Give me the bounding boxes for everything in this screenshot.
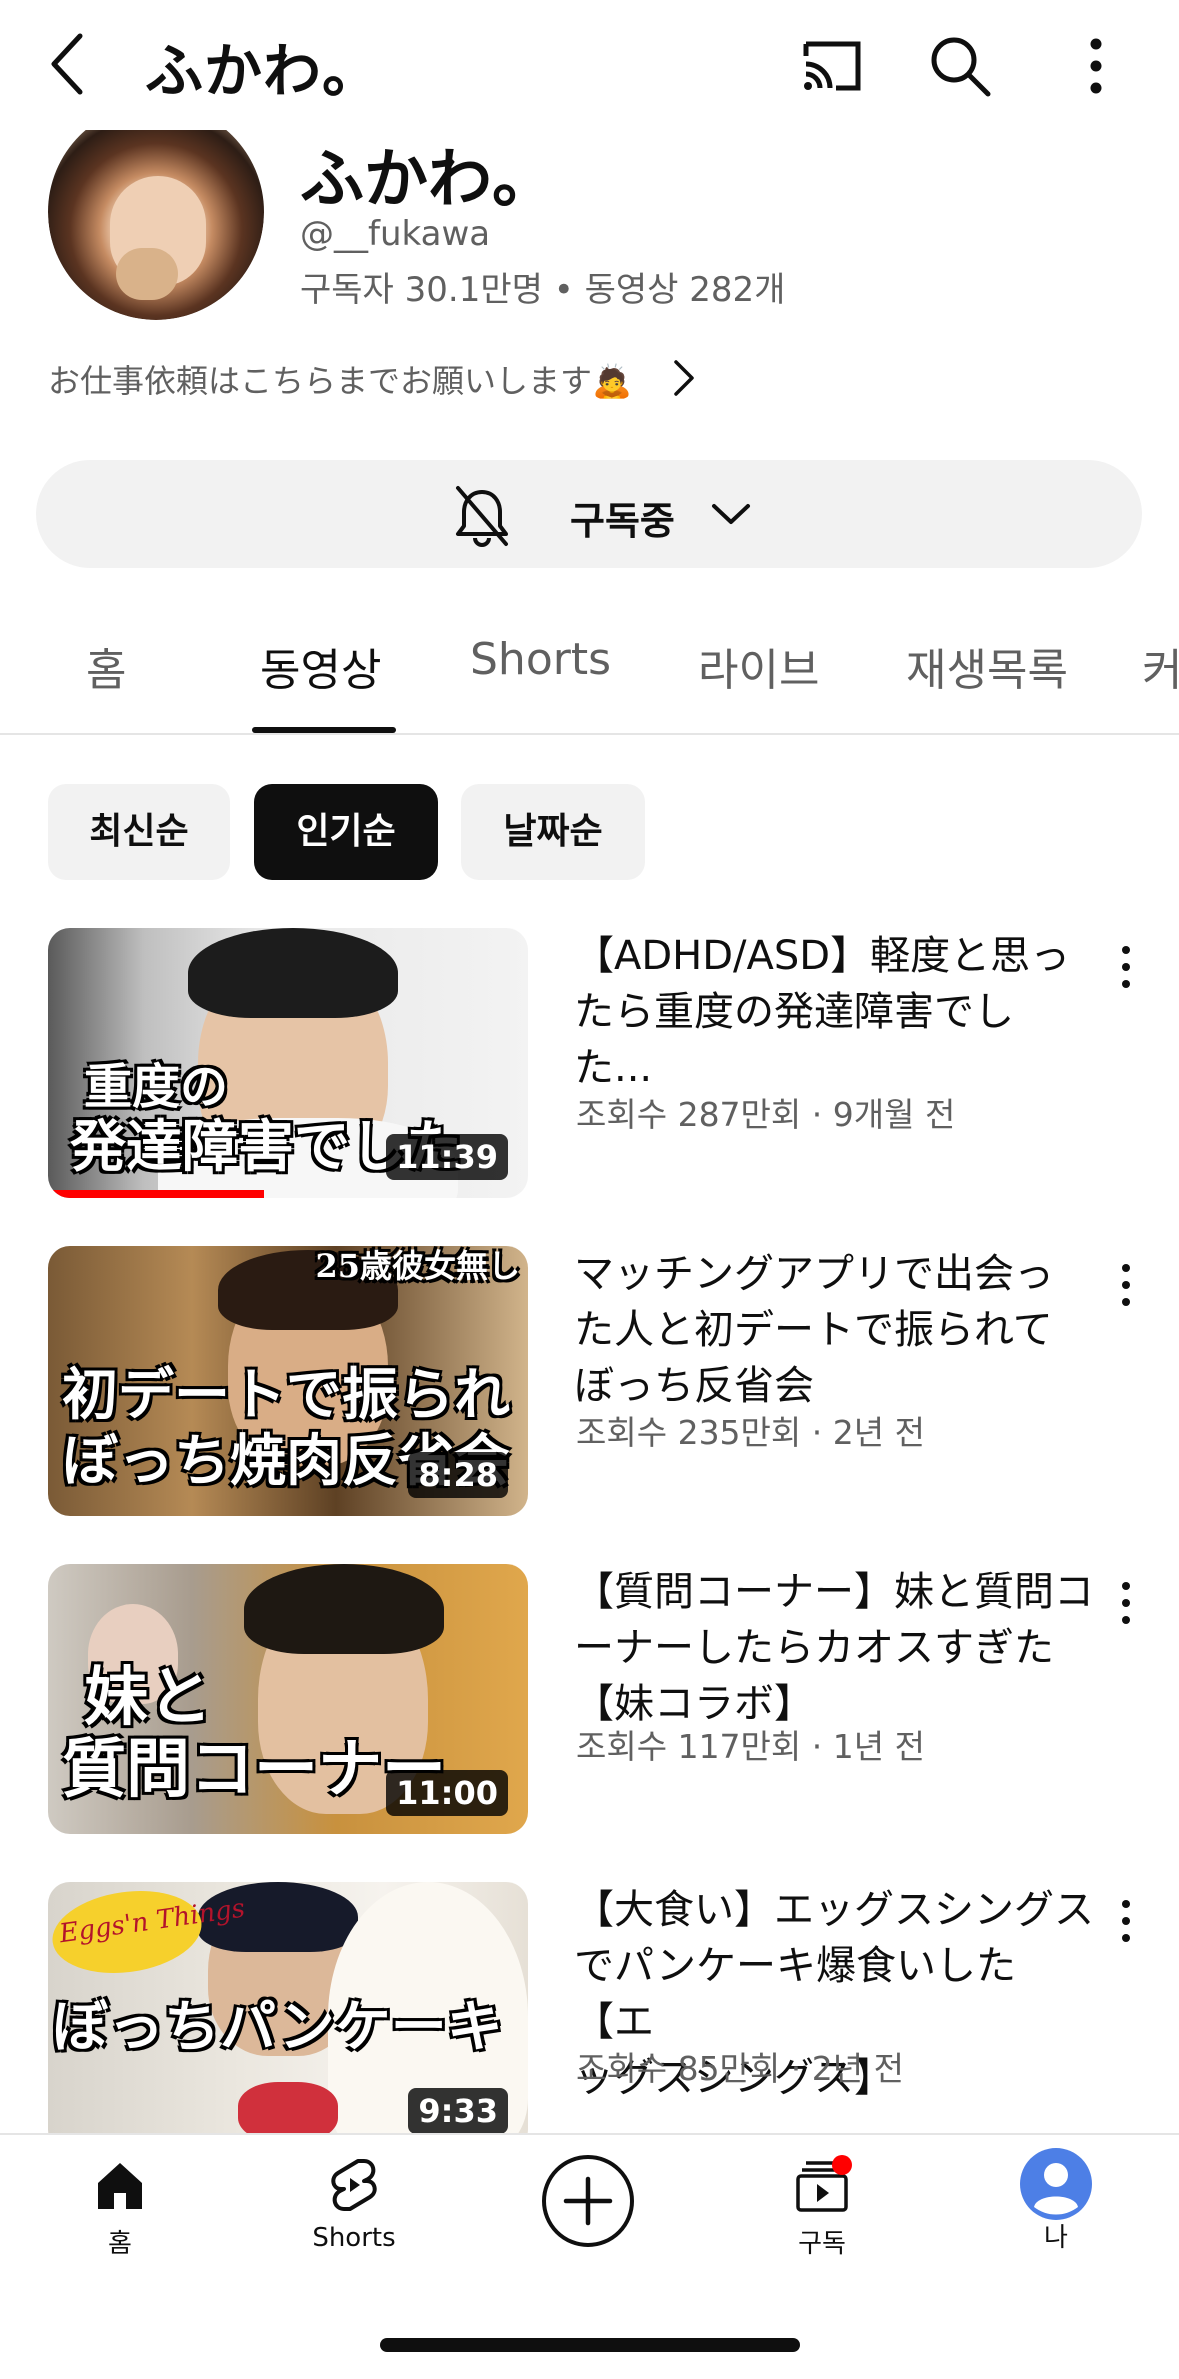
top-app-bar: ふかわ。 xyxy=(0,0,1179,130)
nav-label: Shorts xyxy=(312,2223,396,2253)
nav-label: 나 xyxy=(1044,2223,1068,2253)
video-thumbnail[interactable]: Eggs'n Things ぼっちパンケーキ 9:33 xyxy=(48,1882,528,2152)
video-meta: 조회수 85만회 · 2년 전 xyxy=(576,2049,904,2088)
channel-tabs: 홈 동영상 Shorts 라이브 재생목록 커 xyxy=(0,600,1179,735)
watch-progress-bar xyxy=(48,1190,264,1198)
tab-live[interactable]: 라이브 xyxy=(698,634,819,698)
nav-home[interactable]: 홈 xyxy=(40,2155,200,2260)
channel-stats: 구독자 30.1만명 • 동영상 282개 xyxy=(300,270,786,310)
video-duration: 9:33 xyxy=(408,2088,508,2134)
video-meta: 조회수 287만회 · 9개월 전 xyxy=(576,1095,956,1134)
more-vert-icon[interactable] xyxy=(1114,1578,1138,1628)
video-duration: 11:39 xyxy=(386,1134,508,1180)
video-item[interactable]: 重度の 発達障害でした 11:39 【ADHD/ASD】軽度と思っ たら重度の発… xyxy=(0,928,1179,1200)
home-icon xyxy=(98,2163,142,2209)
video-title-line: た人と初デートで振られて xyxy=(574,1307,1053,1353)
shorts-icon xyxy=(331,2159,377,2211)
video-duration: 11:00 xyxy=(386,1770,508,1816)
video-title-line: 【ADHD/ASD】軽度と思っ xyxy=(574,933,1071,979)
more-vert-icon[interactable] xyxy=(1114,1260,1138,1310)
video-item[interactable]: 25歳彼女無し 初デートで振られ ぼっち焼肉反省会 8:28 マッチングアプリで… xyxy=(0,1246,1179,1518)
chip-oldest[interactable]: 날짜순 xyxy=(461,784,645,880)
video-title[interactable]: 【質問コーナー】妹と質問コ ーナーしたらカオスすぎた 【妹コラボ】 xyxy=(574,1564,1094,1732)
nav-you[interactable]: 나 xyxy=(976,2148,1136,2254)
video-meta: 조회수 117만회 · 1년 전 xyxy=(576,1727,925,1766)
more-vert-icon[interactable] xyxy=(1114,1896,1138,1946)
subscribed-button[interactable]: 구독중 xyxy=(36,460,1142,568)
thumbnail-text: 25歳彼女無し xyxy=(315,1247,520,1285)
video-thumbnail[interactable]: 重度の 発達障害でした 11:39 xyxy=(48,928,528,1198)
bell-off-icon xyxy=(456,486,508,547)
account-avatar-icon xyxy=(1020,2148,1092,2220)
thumbnail-text: ぼっちパンケーキ xyxy=(52,1994,503,2060)
nav-label: 구독 xyxy=(798,2229,846,2259)
video-thumbnail[interactable]: 25歳彼女無し 初デートで振られ ぼっち焼肉反省会 8:28 xyxy=(48,1246,528,1516)
chip-popular[interactable]: 인기순 xyxy=(254,784,438,880)
video-title-line: たら重度の発達障害でし xyxy=(574,989,1014,1035)
tab-videos[interactable]: 동영상 xyxy=(260,634,381,698)
nav-subscriptions[interactable]: 구독 xyxy=(742,2155,902,2260)
thumbnail-text: 初デートで振られ xyxy=(62,1362,510,1428)
video-item[interactable]: Eggs'n Things ぼっちパンケーキ 9:33 【大食い】エッグスシング… xyxy=(0,1882,1179,2154)
chip-latest[interactable]: 최신순 xyxy=(48,784,230,880)
thumbnail-text: 重度の xyxy=(84,1059,229,1115)
cast-icon[interactable] xyxy=(796,30,868,102)
more-vert-icon[interactable] xyxy=(1060,30,1132,102)
home-indicator xyxy=(380,2338,800,2352)
video-title-line: マッチングアプリで出会っ xyxy=(574,1251,1054,1297)
tab-active-indicator xyxy=(252,727,396,733)
video-meta: 조회수 235만회 · 2년 전 xyxy=(576,1413,925,1452)
video-title-line: ーナーしたらカオスすぎた xyxy=(574,1625,1054,1671)
nav-label: 홈 xyxy=(108,2229,132,2259)
chevron-right-icon[interactable] xyxy=(664,356,704,400)
more-vert-icon[interactable] xyxy=(1114,942,1138,992)
tab-shorts[interactable]: Shorts xyxy=(470,634,611,685)
channel-handle: @__fukawa xyxy=(300,214,491,254)
page-title: ふかわ。 xyxy=(145,37,382,105)
nav-shorts[interactable]: Shorts xyxy=(274,2155,434,2253)
thumbnail-text: 妹と xyxy=(84,1660,212,1735)
create-plus-icon[interactable] xyxy=(540,2153,636,2249)
chevron-down-icon xyxy=(712,504,750,524)
video-title[interactable]: 【ADHD/ASD】軽度と思っ たら重度の発達障害でし た... xyxy=(574,928,1094,1096)
subscribed-label: 구독중 xyxy=(570,499,675,543)
tab-community[interactable]: 커 xyxy=(1142,634,1179,698)
channel-avatar[interactable] xyxy=(48,130,264,320)
notification-dot xyxy=(832,2155,852,2175)
subscriptions-icon xyxy=(796,2155,852,2212)
back-arrow-icon[interactable] xyxy=(40,28,100,100)
video-item[interactable]: 妹と 質問コーナー 11:00 【質問コーナー】妹と質問コ ーナーしたらカオスす… xyxy=(0,1564,1179,1836)
search-icon[interactable] xyxy=(924,30,996,102)
tab-playlists[interactable]: 재생목록 xyxy=(906,634,1068,698)
video-title-line: 【質問コーナー】妹と質問コ xyxy=(574,1569,1094,1615)
video-title[interactable]: マッチングアプリで出会っ た人と初デートで振られて ぼっち反省会 xyxy=(574,1246,1094,1414)
video-thumbnail[interactable]: 妹と 質問コーナー 11:00 xyxy=(48,1564,528,1834)
video-title-line: 【大食い】エッグスシングス xyxy=(574,1887,1094,1933)
video-title-line: でパンケーキ爆食いした【エ xyxy=(574,1943,1016,2045)
channel-description[interactable]: お仕事依頼はこちらまでお願いします🙇 xyxy=(48,356,632,402)
video-duration: 8:28 xyxy=(408,1452,508,1498)
tab-home[interactable]: 홈 xyxy=(86,634,126,698)
channel-name: ふかわ。 xyxy=(300,143,556,217)
